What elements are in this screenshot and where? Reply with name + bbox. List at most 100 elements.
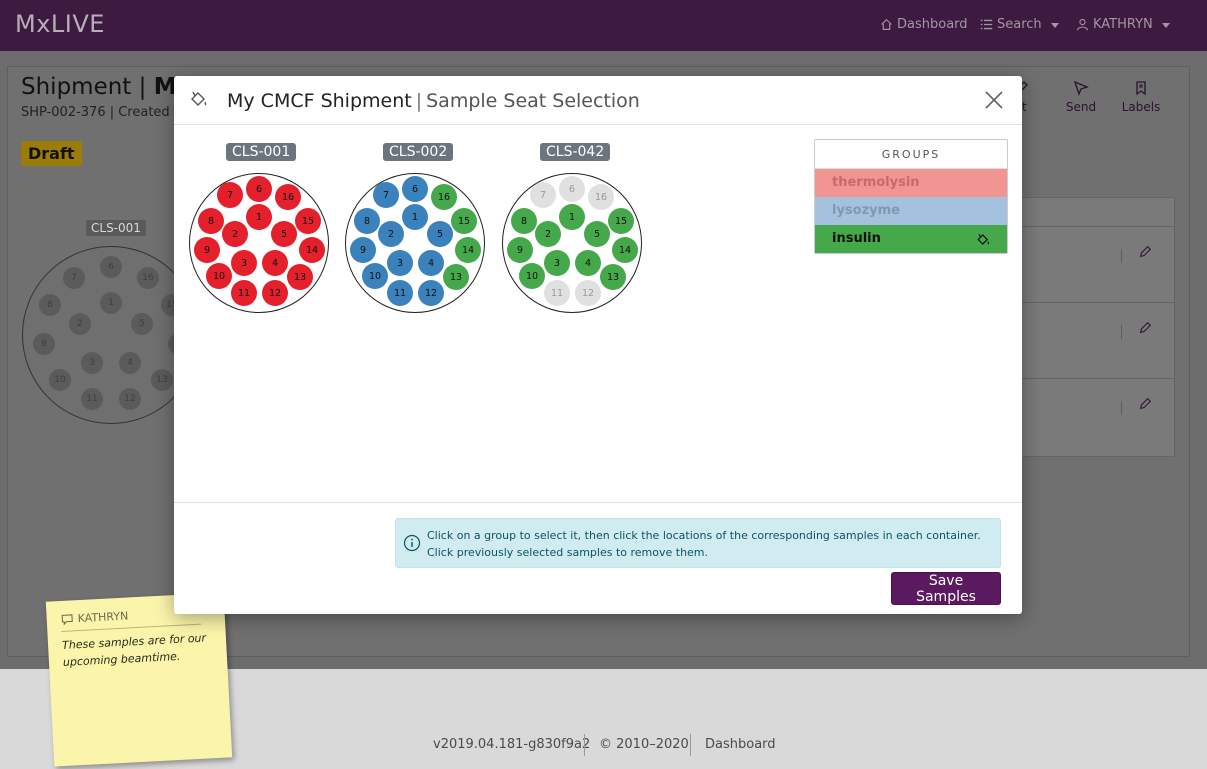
info-alert: Click on a group to select it, then clic… — [395, 518, 1001, 568]
top-navbar: MxLIVE Dashboard Search KATHRYN — [0, 0, 1207, 51]
group-insulin[interactable]: insulin — [815, 225, 1007, 253]
title-prefix: Shipment | — [21, 74, 147, 100]
sticky-note[interactable]: KATHRYN These samples are for our upcomi… — [45, 592, 233, 767]
nav-user-label: KATHRYN — [1093, 17, 1153, 32]
labels-tool-label: Labels — [1121, 100, 1161, 114]
pencil-icon[interactable] — [1138, 321, 1152, 335]
sample-seat[interactable]: 4 — [418, 250, 444, 276]
sample-seat[interactable]: 6 — [402, 176, 428, 202]
sample-seat[interactable]: 3 — [544, 250, 570, 276]
modal-body: GROUPS thermolysin lysozyme insulin CLS-… — [174, 125, 1022, 502]
sample-seat[interactable]: 9 — [194, 237, 220, 263]
sample-seat[interactable]: 12 — [575, 280, 601, 306]
sample-seat[interactable]: 15 — [608, 208, 634, 234]
sample-seat[interactable]: 8 — [354, 208, 380, 234]
bg-sample-seat: 11 — [81, 388, 103, 410]
sample-seat[interactable]: 11 — [387, 280, 413, 306]
sample-seat[interactable]: 8 — [198, 208, 224, 234]
nav-user-menu[interactable]: KATHRYN — [1076, 17, 1170, 32]
bg-sample-seat: 16 — [137, 267, 159, 289]
nav-search-label: Search — [997, 17, 1042, 32]
sample-seat[interactable]: 4 — [575, 250, 601, 276]
sample-seat[interactable]: 10 — [519, 263, 545, 289]
brand-logo[interactable]: MxLIVE — [15, 10, 105, 38]
save-samples-button[interactable]: Save Samples — [891, 572, 1001, 605]
sample-seat[interactable]: 13 — [443, 264, 469, 290]
divider — [584, 734, 585, 756]
sample-seat[interactable]: 15 — [451, 208, 477, 234]
bg-sample-seat: 13 — [151, 369, 173, 391]
note-author: KATHRYN — [77, 609, 129, 626]
sample-seat[interactable]: 14 — [612, 237, 638, 263]
sample-seat[interactable]: 12 — [418, 280, 444, 306]
sample-seat[interactable]: 15 — [295, 208, 321, 234]
sample-seat[interactable]: 1 — [559, 204, 585, 230]
sample-seat[interactable]: 9 — [507, 237, 533, 263]
container-plate: 7 6 16 8 1 15 2 5 9 14 3 4 10 13 11 12 — [345, 173, 485, 313]
bg-container-label: CLS-001 — [86, 220, 146, 236]
bg-sample-seat: 3 — [81, 352, 103, 374]
groups-panel: GROUPS thermolysin lysozyme insulin — [814, 139, 1008, 254]
sample-seat[interactable]: 12 — [262, 280, 288, 306]
sample-seat[interactable]: 7 — [217, 182, 243, 208]
sample-seat[interactable]: 5 — [584, 221, 610, 247]
bg-group-row — [1014, 302, 1174, 379]
divider — [1121, 401, 1122, 415]
bg-sample-seat: 9 — [33, 333, 55, 355]
sample-seat[interactable]: 11 — [231, 280, 257, 306]
container-label: CLS-001 — [226, 143, 297, 161]
sample-seat[interactable]: 13 — [600, 264, 626, 290]
paint-bucket-icon — [977, 233, 990, 245]
nav-search[interactable]: Search — [980, 17, 1059, 32]
sample-seat[interactable]: 5 — [427, 221, 453, 247]
pencil-icon[interactable] — [1138, 245, 1152, 259]
footer-copyright: © 2010–2020 — [599, 737, 689, 752]
sample-seat[interactable]: 1 — [402, 204, 428, 230]
send-tool[interactable]: Send — [1056, 80, 1106, 114]
send-tool-label: Send — [1065, 100, 1097, 114]
nav-dashboard[interactable]: Dashboard — [880, 17, 968, 32]
sample-seat[interactable]: 2 — [535, 221, 561, 247]
sample-seat[interactable]: 16 — [588, 184, 614, 210]
footer-dashboard-link[interactable]: Dashboard — [705, 737, 776, 752]
sample-seat[interactable]: 14 — [299, 237, 325, 263]
sample-seat[interactable]: 7 — [373, 182, 399, 208]
user-icon — [1077, 18, 1088, 31]
sample-seat[interactable]: 13 — [287, 264, 313, 290]
sample-seat[interactable]: 9 — [350, 237, 376, 263]
bg-sample-seat: 1 — [100, 292, 122, 314]
sample-seat[interactable]: 2 — [378, 221, 404, 247]
labels-tool[interactable]: Labels — [1116, 80, 1166, 114]
sample-seat[interactable]: 14 — [455, 237, 481, 263]
divider — [1121, 249, 1122, 263]
group-lysozyme[interactable]: lysozyme — [815, 197, 1007, 225]
sample-seat[interactable]: 1 — [246, 204, 272, 230]
sample-seat[interactable]: 3 — [387, 250, 413, 276]
page-title: Shipment | My — [21, 74, 192, 100]
send-icon — [1073, 80, 1089, 96]
comment-icon — [61, 614, 73, 626]
note-text: These samples are for our upcoming beamt… — [61, 631, 207, 669]
sample-seat[interactable]: 16 — [431, 184, 457, 210]
sample-seat[interactable]: 7 — [530, 182, 556, 208]
group-thermolysin[interactable]: thermolysin — [815, 169, 1007, 197]
sample-seat[interactable]: 6 — [559, 176, 585, 202]
bg-sample-seat: 10 — [49, 369, 71, 391]
bg-group-row — [1014, 226, 1174, 303]
sample-seat[interactable]: 4 — [262, 250, 288, 276]
sample-seat[interactable]: 6 — [246, 176, 272, 202]
sample-seat[interactable]: 5 — [271, 221, 297, 247]
close-icon[interactable] — [982, 88, 1006, 112]
sample-seat[interactable]: 10 — [206, 263, 232, 289]
sample-seat[interactable]: 2 — [222, 221, 248, 247]
sample-seat[interactable]: 11 — [544, 280, 570, 306]
modal-title: My CMCF Shipment | Sample Seat Selection — [227, 90, 640, 112]
sample-seat[interactable]: 8 — [511, 208, 537, 234]
pencil-icon[interactable] — [1138, 397, 1152, 411]
sample-seat[interactable]: 10 — [362, 263, 388, 289]
sample-seat[interactable]: 3 — [231, 250, 257, 276]
container-label: CLS-002 — [383, 143, 454, 161]
bg-sample-seat: 8 — [39, 294, 61, 316]
sample-seat[interactable]: 16 — [275, 184, 301, 210]
chevron-down-icon — [1050, 23, 1059, 28]
